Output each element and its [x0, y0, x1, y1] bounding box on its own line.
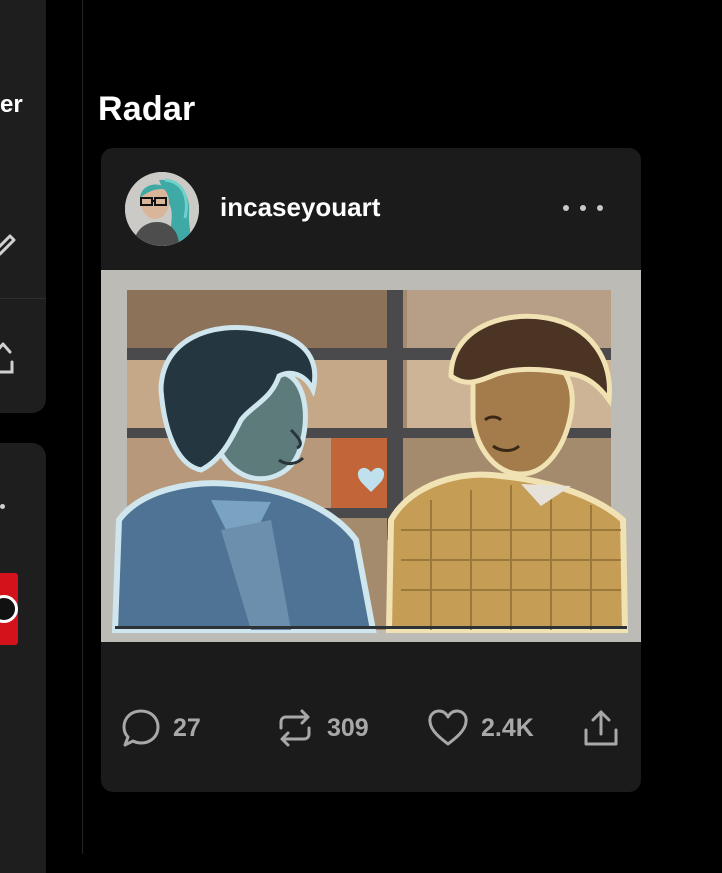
like-button[interactable]: 2.4K — [427, 696, 534, 760]
reblog-icon — [279, 709, 311, 747]
post-actions: 27 309 2.4K — [101, 696, 641, 760]
avatar-image — [125, 172, 199, 246]
column-divider — [82, 0, 83, 854]
sidebar-divider — [0, 298, 46, 299]
more-dot-icon[interactable] — [0, 504, 5, 509]
comment-icon — [122, 709, 160, 747]
sidebar-partial-label: er — [0, 91, 23, 118]
like-count: 2.4K — [481, 713, 534, 742]
more-dot-icon — [580, 205, 586, 211]
section-title: Radar — [98, 90, 196, 128]
more-dot-icon — [597, 205, 603, 211]
share-icon[interactable] — [0, 338, 16, 378]
more-options-button[interactable] — [559, 192, 607, 224]
post-author-username[interactable]: incaseyouart — [220, 192, 380, 223]
share-icon — [584, 710, 618, 746]
post-header: incaseyouart — [101, 148, 641, 270]
pencil-icon[interactable] — [0, 226, 16, 256]
share-button[interactable] — [581, 696, 621, 760]
reply-count: 27 — [173, 713, 201, 742]
post-card: incaseyouart 27 309 2.4K — [101, 148, 641, 792]
reblog-button[interactable]: 309 — [275, 696, 369, 760]
reply-button[interactable]: 27 — [121, 696, 201, 760]
sidebar-thumbnail[interactable] — [0, 573, 18, 645]
heart-icon — [428, 709, 468, 746]
reblog-count: 309 — [327, 713, 369, 742]
sidebar-panel-secondary — [0, 443, 46, 873]
post-illustration[interactable] — [101, 270, 641, 642]
more-dot-icon — [563, 205, 569, 211]
avatar[interactable] — [125, 172, 199, 246]
